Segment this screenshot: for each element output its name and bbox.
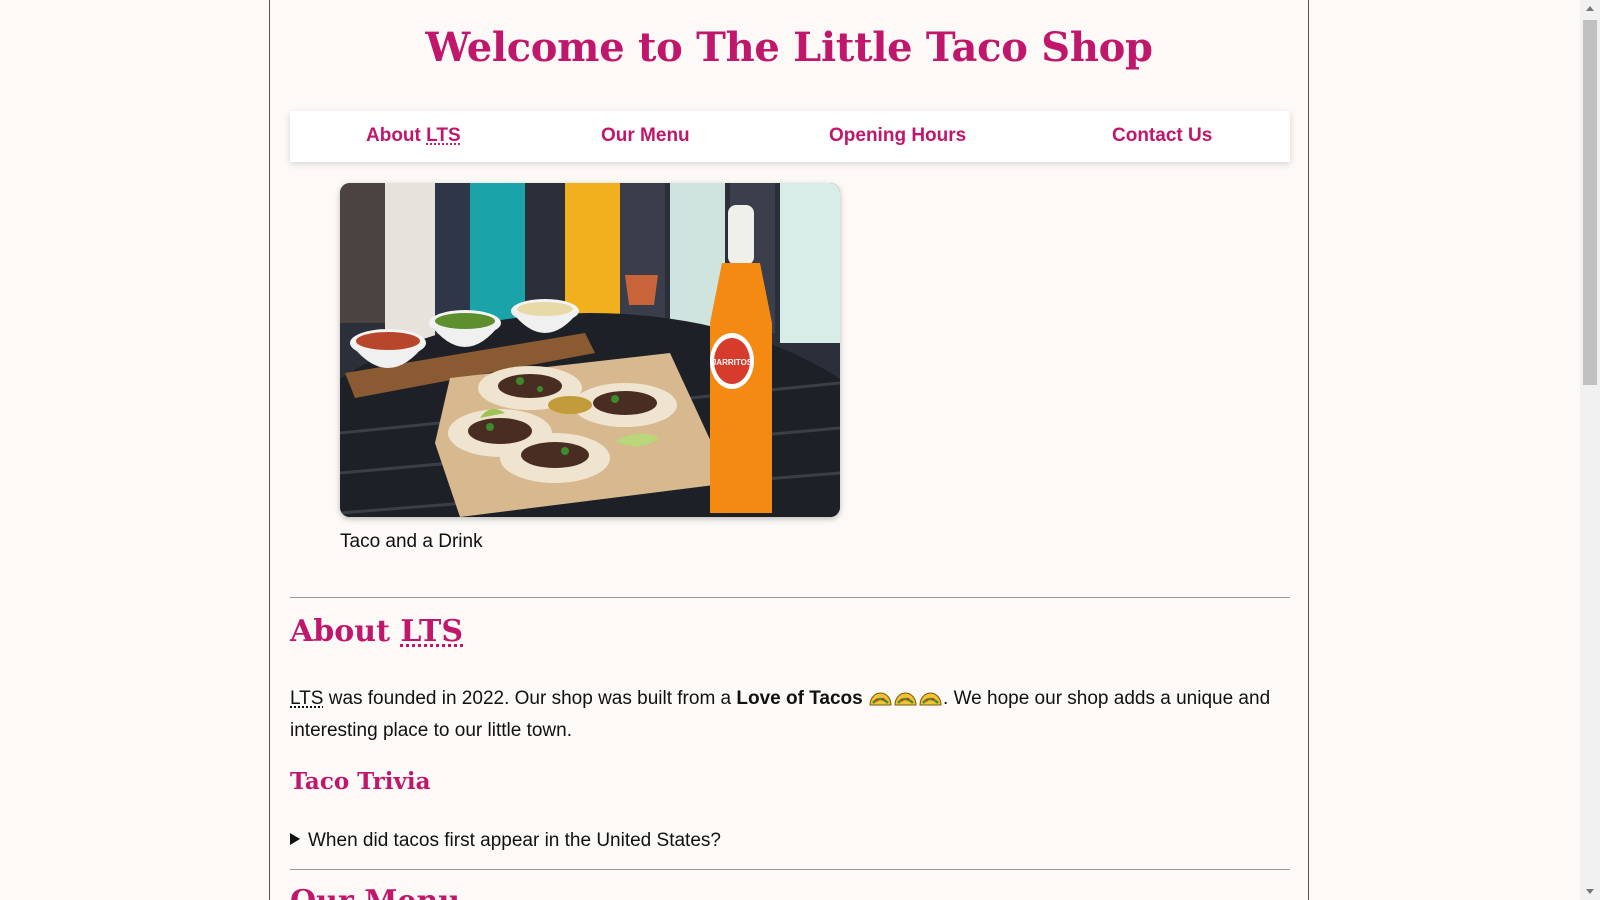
scroll-up-icon[interactable] [1586, 6, 1594, 11]
hero-figure: JARRITOS Taco and a Drink [340, 183, 840, 553]
scrollbar-thumb[interactable] [1583, 20, 1597, 385]
about-text-1: was founded in 2022. Our shop was built … [323, 688, 737, 709]
taco-emoji-icon [919, 685, 942, 706]
main-nav: About LTS Our Menu Opening Hours Contact… [290, 111, 1290, 162]
trivia-heading: Taco Trivia [290, 768, 431, 795]
nav-about-label: About [366, 125, 421, 146]
section-divider [290, 869, 1290, 870]
about-heading-abbr: LTS [400, 614, 464, 649]
about-bold-text: Love of Tacos [736, 688, 863, 709]
about-heading: About LTS [290, 614, 463, 649]
page-scrollbar[interactable] [1580, 0, 1600, 900]
bottle-label-text: JARRITOS [712, 358, 753, 367]
hero-caption: Taco and a Drink [340, 531, 483, 552]
page-title: Welcome to The Little Taco Shop [425, 24, 1153, 71]
taco-drink-photo: JARRITOS [340, 183, 840, 517]
nav-link-menu[interactable]: Our Menu [601, 125, 690, 147]
taco-emoji-icon [894, 685, 917, 706]
trivia-question-toggle[interactable]: When did tacos first appear in the Unite… [290, 830, 721, 852]
trivia-question: When did tacos first appear in the Unite… [308, 830, 721, 851]
browser-viewport: Welcome to The Little Taco Shop About LT… [0, 0, 1600, 900]
nav-link-contact[interactable]: Contact Us [1112, 125, 1212, 147]
about-paragraph: LTS was founded in 2022. Our shop was bu… [290, 683, 1290, 747]
scroll-down-icon[interactable] [1586, 889, 1594, 894]
nav-link-hours[interactable]: Opening Hours [829, 125, 966, 147]
nav-link-about[interactable]: About LTS [366, 125, 461, 147]
about-heading-label: About [290, 614, 390, 649]
about-abbr: LTS [290, 688, 324, 709]
page-container: Welcome to The Little Taco Shop About LT… [269, 0, 1309, 900]
nav-about-abbr: LTS [426, 125, 461, 146]
taco-emoji-icon [869, 685, 892, 706]
section-divider [290, 597, 1290, 598]
disclosure-triangle-icon [290, 833, 300, 845]
menu-heading: Our Menu [290, 884, 460, 900]
